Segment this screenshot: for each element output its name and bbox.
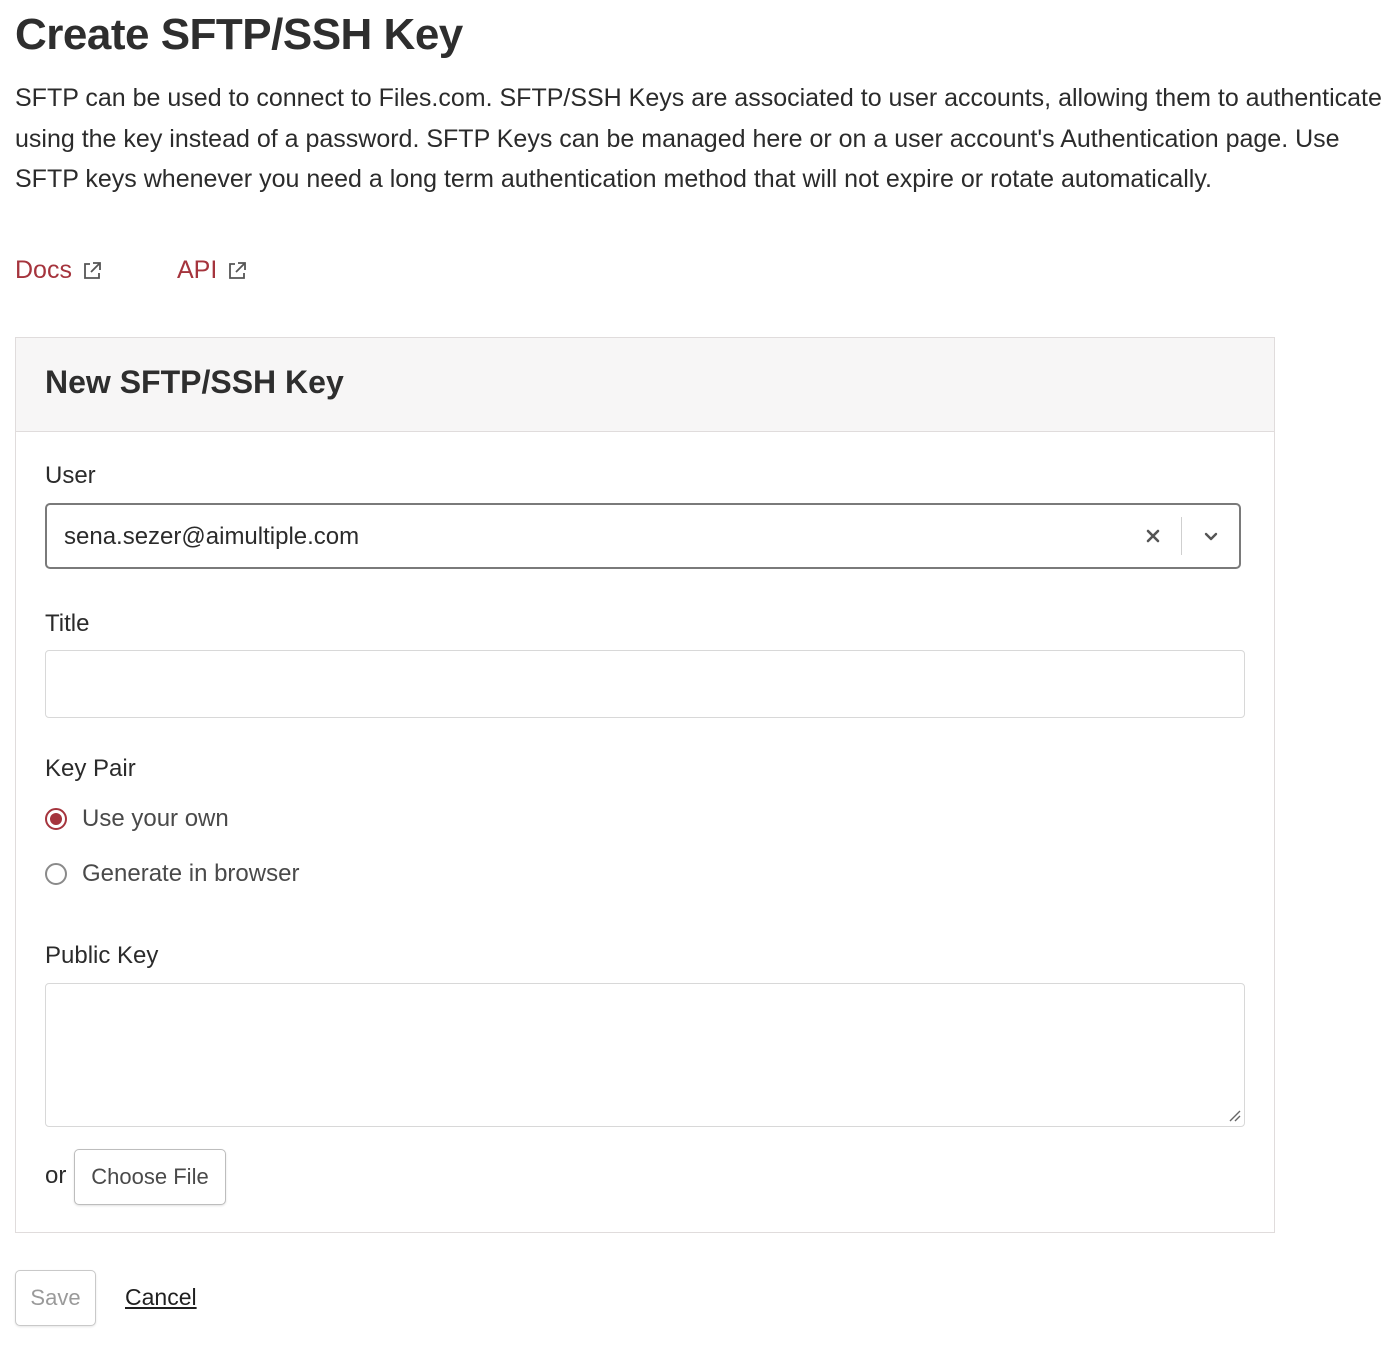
title-input[interactable] [45,650,1245,718]
api-link[interactable]: API [177,256,248,285]
radio-generate-in-browser[interactable]: Generate in browser [45,860,299,888]
title-field-label: Title [45,610,90,637]
radio-label: Generate in browser [82,860,300,887]
card-header: New SFTP/SSH Key [16,338,1274,432]
save-button[interactable]: Save [15,1270,96,1326]
docs-link[interactable]: Docs [15,256,103,285]
external-link-icon [229,261,247,279]
clear-user-button[interactable] [1139,522,1167,550]
radio-button-checked[interactable] [45,808,67,830]
radio-button[interactable] [45,863,67,885]
page: Create SFTP/SSH Key SFTP can be used to … [0,0,1398,1362]
form-heading: New SFTP/SSH Key [45,364,344,400]
external-links: Docs API [15,256,248,285]
cancel-link[interactable]: Cancel [125,1284,197,1311]
new-key-form-card: New SFTP/SSH Key User sena.sezer@aimulti… [15,337,1275,1233]
external-link-icon [84,261,101,279]
docs-link-label: Docs [15,256,72,284]
page-title: Create SFTP/SSH Key [15,10,463,59]
user-select[interactable]: sena.sezer@aimultiple.com [45,503,1241,569]
key-pair-label: Key Pair [45,755,136,782]
user-field-label: User [45,462,96,489]
close-icon [1146,529,1160,543]
page-description: SFTP can be used to connect to Files.com… [15,84,1382,193]
public-key-label: Public Key [45,942,159,969]
radio-label: Use your own [82,805,229,832]
public-key-textarea[interactable] [45,983,1245,1127]
user-dropdown-button[interactable] [1197,522,1225,550]
select-separator [1181,517,1182,555]
or-label: or [45,1162,67,1189]
radio-use-your-own[interactable]: Use your own [45,805,229,833]
chevron-down-icon [1204,532,1218,541]
resize-grip-icon[interactable] [1227,1108,1241,1122]
choose-file-button[interactable]: Choose File [74,1149,226,1205]
api-link-label: API [176,256,218,284]
user-select-value: sena.sezer@aimultiple.com [64,523,360,550]
